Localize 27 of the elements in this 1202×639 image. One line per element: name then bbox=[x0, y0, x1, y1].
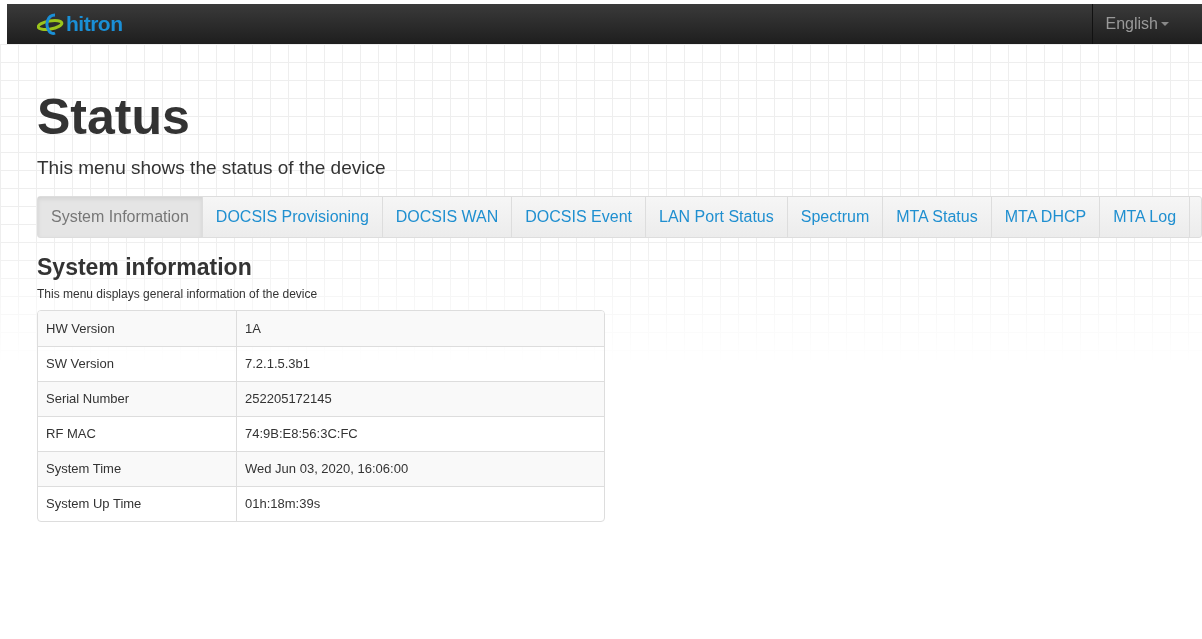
tab[interactable]: Spectrum bbox=[787, 196, 884, 237]
row-label: HW Version bbox=[38, 311, 237, 347]
tab[interactable]: DOCSIS WAN bbox=[382, 196, 513, 237]
tab[interactable]: DOCSIS Event bbox=[512, 196, 646, 237]
tab[interactable]: LAN Port Status bbox=[646, 196, 788, 237]
row-value: 74:9B:E8:56:3C:FC bbox=[244, 425, 359, 444]
tab[interactable]: MTA Log bbox=[1100, 196, 1191, 237]
tab[interactable]: MTA DHCP bbox=[991, 196, 1101, 237]
row-value: Wed Jun 03, 2020, 16:06:00 bbox=[244, 460, 410, 479]
page-title: Status bbox=[37, 92, 191, 142]
tab[interactable]: MTA Status bbox=[883, 196, 992, 237]
row-value: 252205172145 bbox=[244, 390, 333, 409]
row-label: Serial Number bbox=[38, 382, 237, 417]
logo-text: hitron bbox=[66, 11, 123, 38]
language-dropdown[interactable]: English bbox=[1091, 4, 1202, 44]
caret-icon bbox=[1161, 22, 1169, 26]
page-subtitle: This menu shows the status of the device bbox=[37, 156, 387, 180]
row-value: 7.2.1.5.3b1 bbox=[244, 355, 312, 374]
row-value: 01h:18m:39s bbox=[244, 495, 322, 514]
row-label: System Up Time bbox=[38, 487, 237, 522]
section-description: This menu displays general information of the device bbox=[37, 286, 319, 304]
tab[interactable]: DOCSIS Provisioning bbox=[202, 196, 383, 237]
row-label: System Time bbox=[38, 452, 237, 487]
section-title: System information bbox=[37, 253, 253, 282]
tab[interactable]: System Information bbox=[38, 196, 203, 237]
row-value: 1A bbox=[244, 319, 262, 338]
logo-icon bbox=[37, 13, 65, 35]
